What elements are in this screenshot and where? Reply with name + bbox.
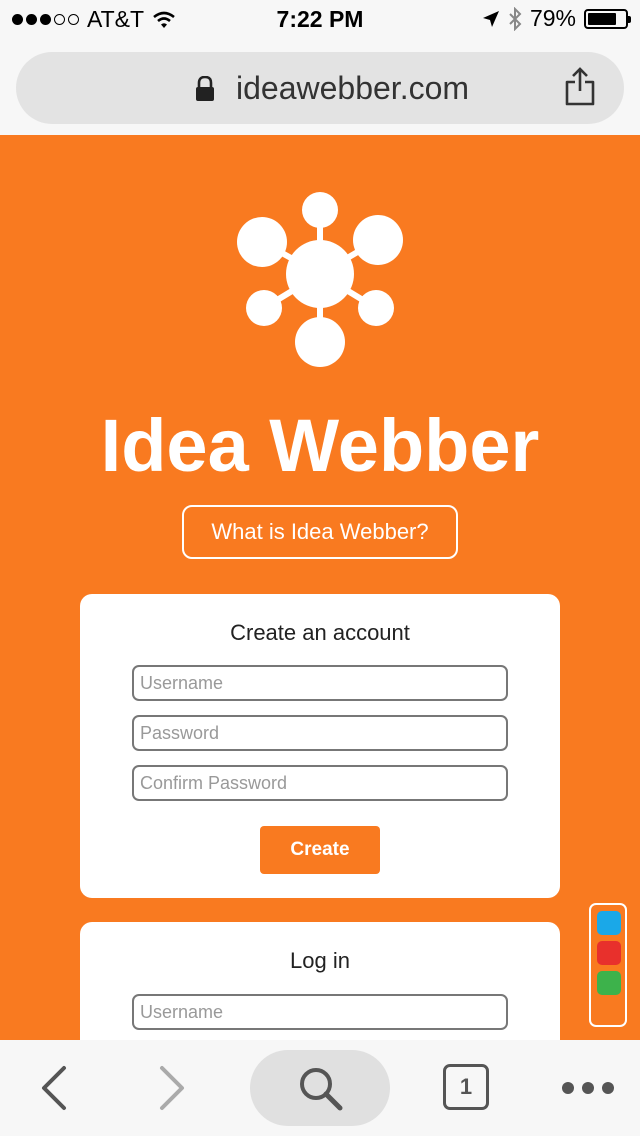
login-username-input[interactable]: Username [132, 994, 508, 1030]
color-swatch-red[interactable] [597, 941, 621, 965]
idea-network-logo-icon [237, 192, 403, 367]
browser-toolbar: 1 [0, 1040, 640, 1136]
tabs-button[interactable]: 1 [443, 1064, 489, 1110]
url-text: ideawebber.com [236, 70, 470, 106]
address-bar[interactable]: ideawebber.com [16, 52, 624, 124]
signup-username-input[interactable]: Username [132, 665, 508, 701]
color-swatch-blue[interactable] [597, 911, 621, 935]
search-icon [300, 1068, 343, 1111]
battery-icon [584, 8, 631, 29]
page-content: Idea Webber What is Idea Webber? Create … [0, 135, 640, 1062]
status-bar: AT&T 7:22 PM 79% [0, 0, 640, 40]
what-is-idea-webber-button[interactable]: What is Idea Webber? [182, 505, 458, 559]
create-account-card: Create an account Username Password Conf… [80, 594, 560, 898]
search-button[interactable] [250, 1050, 390, 1126]
browser-address-area: ideawebber.com [0, 40, 640, 135]
back-icon[interactable] [36, 1064, 72, 1112]
color-palette [589, 903, 627, 1027]
login-heading: Log in [290, 948, 350, 973]
battery-fill [588, 12, 617, 25]
bluetooth-icon [509, 6, 522, 31]
location-arrow-icon [482, 10, 499, 27]
lock-icon [196, 76, 214, 101]
create-account-heading: Create an account [230, 620, 410, 645]
status-right: 79% [482, 5, 631, 32]
color-swatch-green[interactable] [597, 971, 621, 995]
app-title: Idea Webber [100, 404, 540, 487]
battery-percent: 79% [529, 5, 576, 31]
signup-password-input[interactable]: Password [132, 715, 508, 751]
forward-icon[interactable] [154, 1064, 190, 1112]
share-icon[interactable] [564, 67, 596, 107]
signup-confirm-password-input[interactable]: Confirm Password [132, 765, 508, 801]
create-button[interactable]: Create [260, 826, 380, 874]
more-options-icon[interactable] [560, 1080, 616, 1096]
